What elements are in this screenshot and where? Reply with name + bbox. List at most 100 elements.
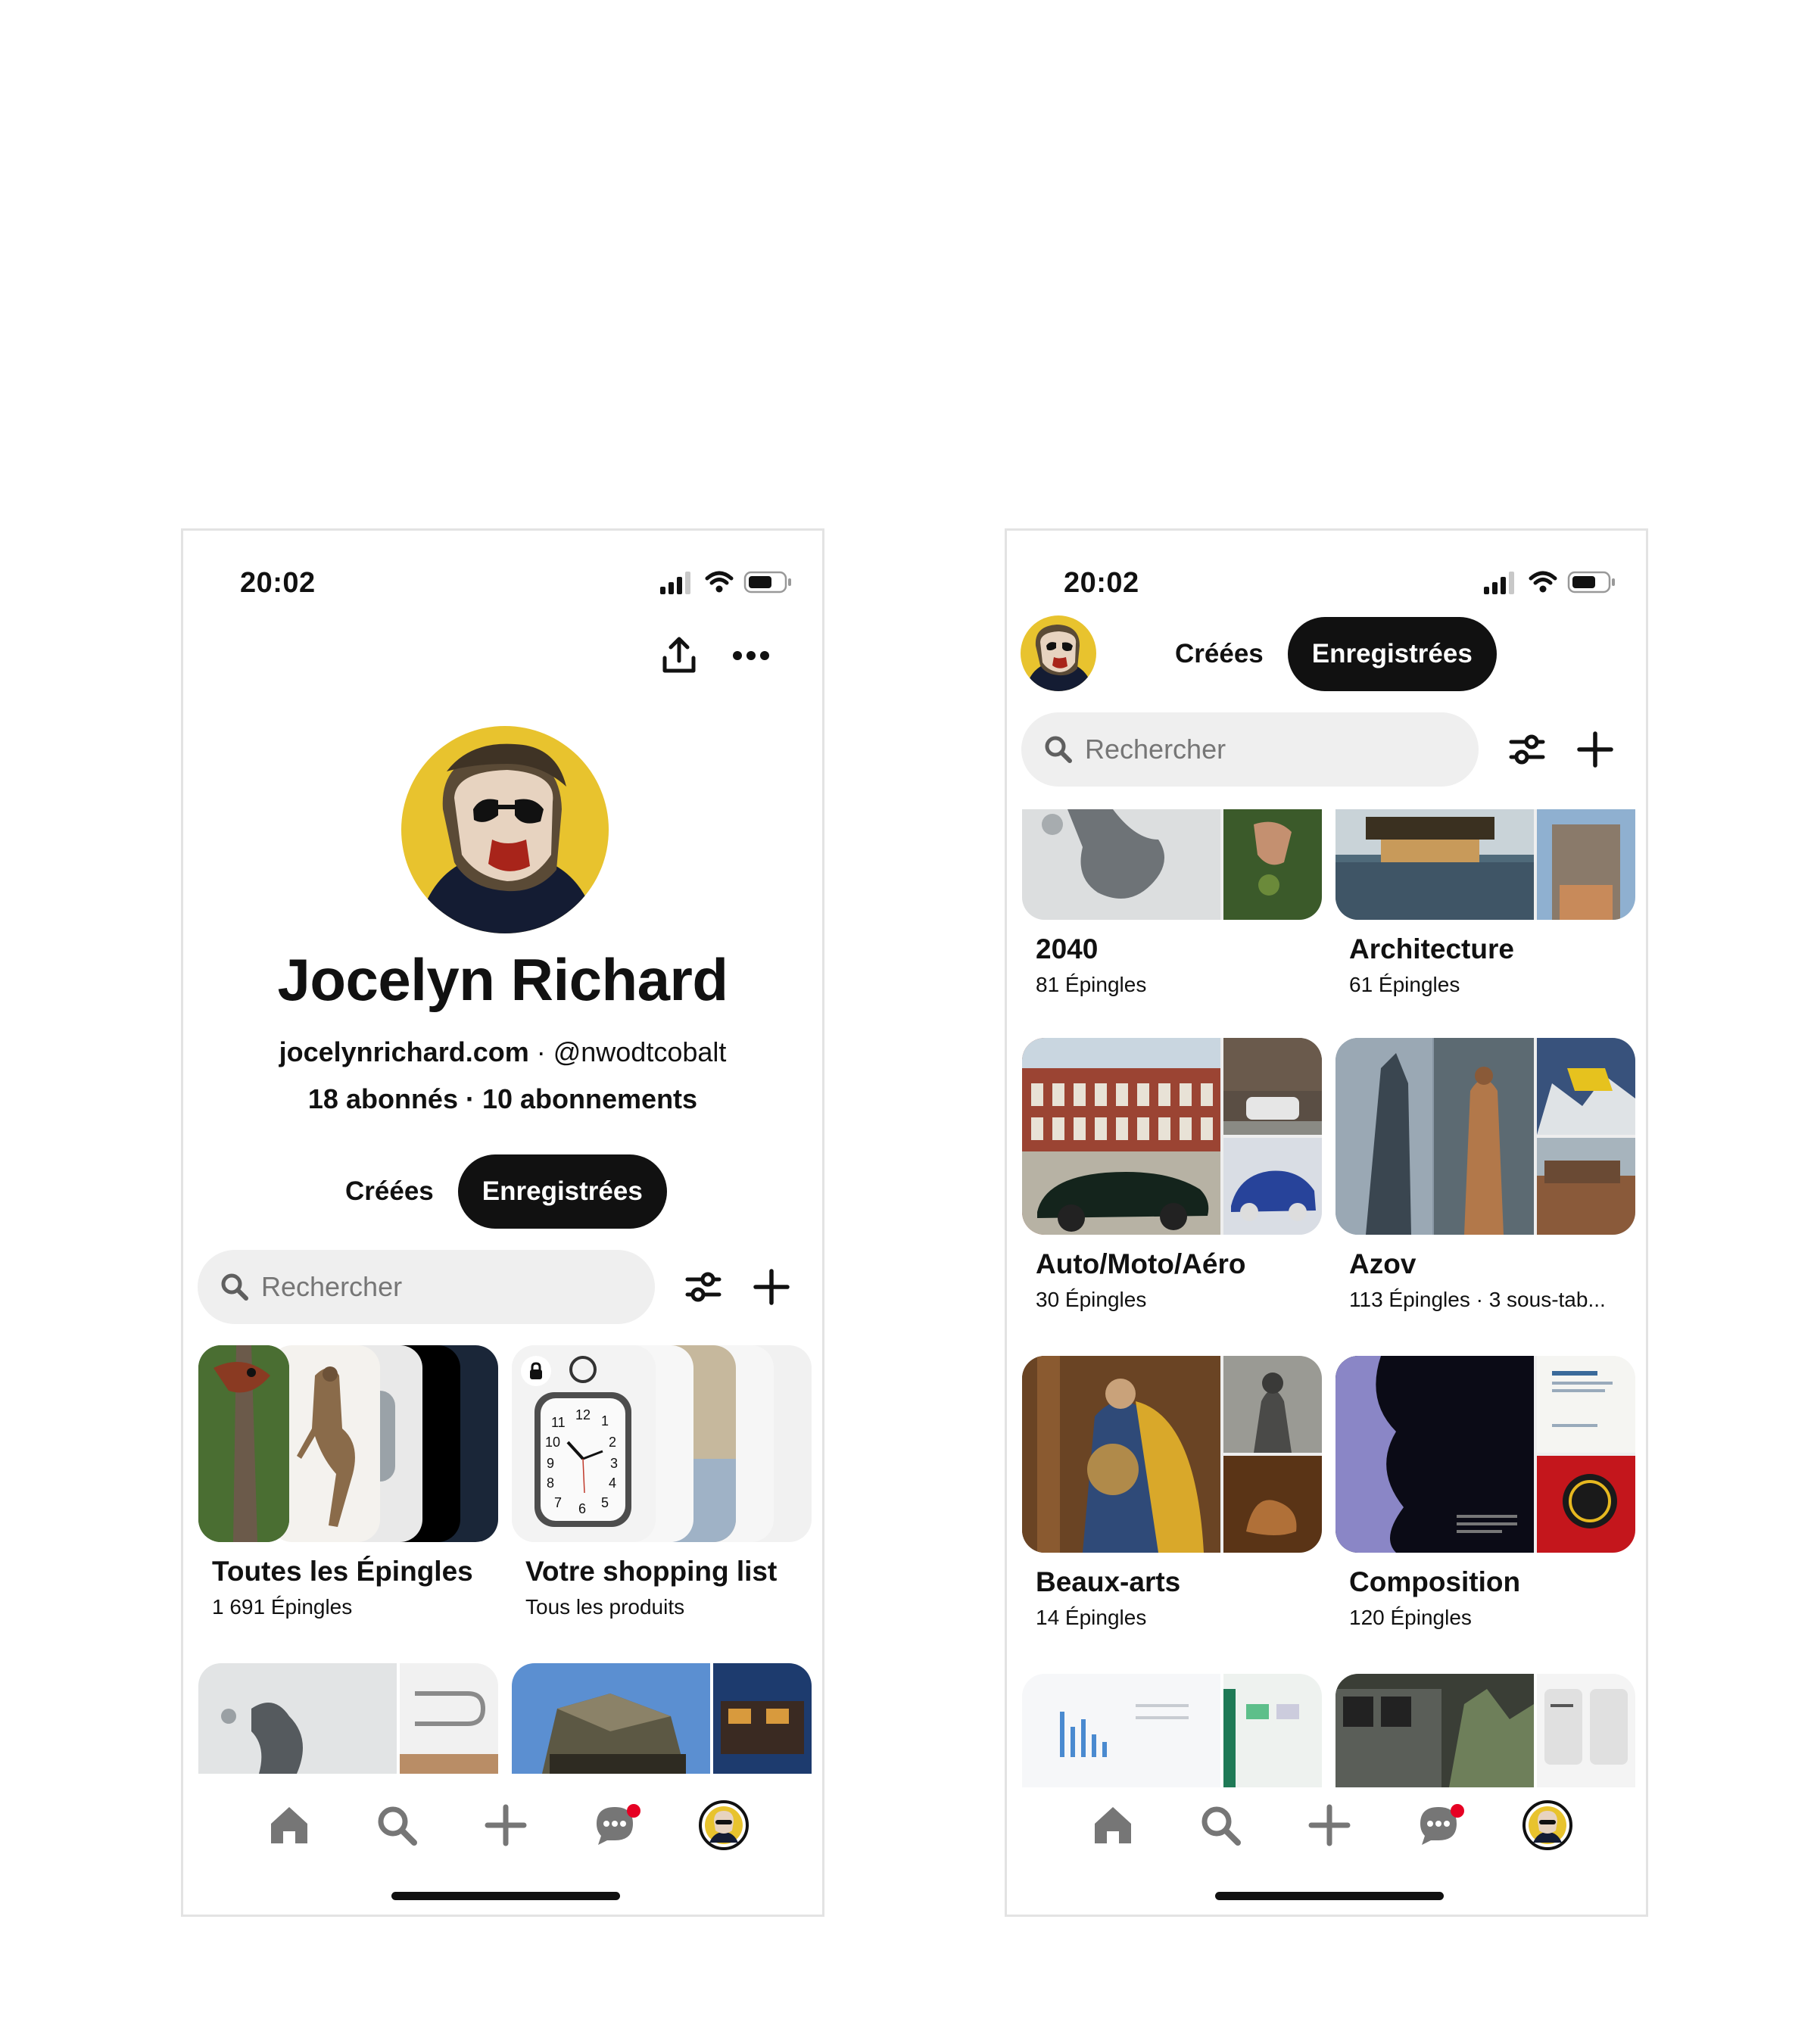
board-collage bbox=[1022, 1038, 1322, 1235]
bottom-navigation bbox=[183, 1787, 822, 1871]
board-preview-partial[interactable] bbox=[1022, 1674, 1322, 1787]
lock-icon bbox=[530, 1362, 542, 1379]
board-count: 61 Épingles bbox=[1349, 973, 1460, 996]
board-stack bbox=[198, 1345, 498, 1542]
board-title: Auto/Moto/Aéro bbox=[1036, 1248, 1246, 1279]
sliders-icon bbox=[1509, 734, 1545, 765]
home-indicator[interactable] bbox=[391, 1892, 620, 1900]
profile-avatar-icon bbox=[699, 1800, 749, 1850]
profile-avatar[interactable] bbox=[1021, 615, 1096, 691]
board-collage bbox=[1022, 1356, 1322, 1553]
add-icon bbox=[485, 1804, 527, 1846]
board-all-pins[interactable]: Toutes les Épingles 1 691 Épingles bbox=[198, 1345, 498, 1619]
board-count: 1 691 Épingles bbox=[212, 1595, 353, 1619]
clock-number: 6 bbox=[578, 1501, 587, 1516]
nav-messages[interactable] bbox=[1408, 1795, 1469, 1855]
clock-number: 11 bbox=[551, 1415, 566, 1430]
board-architecture[interactable]: Architecture 61 Épingles bbox=[1335, 809, 1635, 997]
profile-name: Jocelyn Richard bbox=[277, 946, 728, 1013]
filter-button[interactable] bbox=[677, 1260, 730, 1313]
create-board-button[interactable] bbox=[1569, 723, 1622, 776]
following-count[interactable]: 10 abonnements bbox=[482, 1083, 697, 1114]
search-bar[interactable] bbox=[1021, 712, 1479, 787]
board-azov[interactable]: Azov 113 Épingles · 3 sous-tab... bbox=[1335, 1038, 1635, 1312]
nav-home[interactable] bbox=[1083, 1795, 1143, 1855]
search-icon bbox=[1201, 1806, 1241, 1846]
follow-counts: 18 abonnés · 10 abonnements bbox=[183, 1083, 822, 1115]
board-title: Azov bbox=[1349, 1248, 1417, 1279]
board-collage bbox=[1335, 1356, 1635, 1553]
clock-number: 3 bbox=[610, 1456, 619, 1471]
nav-messages[interactable] bbox=[584, 1795, 645, 1855]
board-preview-partial[interactable] bbox=[512, 1663, 812, 1774]
nav-home[interactable] bbox=[259, 1795, 319, 1855]
nav-profile[interactable] bbox=[1517, 1795, 1578, 1855]
search-input[interactable] bbox=[1085, 734, 1388, 765]
tab-created[interactable]: Créées bbox=[1151, 617, 1288, 691]
profile-avatar[interactable] bbox=[401, 726, 609, 933]
board-preview-partial[interactable] bbox=[1335, 1674, 1635, 1787]
tab-saved[interactable]: Enregistrées bbox=[457, 1154, 667, 1229]
notification-dot bbox=[627, 1804, 640, 1818]
links-separator: · bbox=[528, 1036, 553, 1067]
nav-search[interactable] bbox=[1190, 1795, 1251, 1855]
pin-preview: 12 1 2 3 4 5 6 7 8 9 10 11 bbox=[512, 1345, 656, 1542]
clock-number: 1 bbox=[601, 1413, 609, 1429]
home-icon bbox=[271, 1807, 307, 1843]
board-title: Votre shopping list bbox=[525, 1556, 778, 1587]
filter-button[interactable] bbox=[1501, 723, 1554, 776]
pin-preview bbox=[198, 1345, 289, 1542]
nav-create[interactable] bbox=[475, 1795, 536, 1855]
board-shopping-list[interactable]: 12 1 2 3 4 5 6 7 8 9 10 11 Votre shoppin… bbox=[512, 1345, 812, 1619]
counts-separator: · bbox=[457, 1083, 482, 1114]
clock-number: 2 bbox=[609, 1435, 617, 1450]
search-icon bbox=[378, 1806, 417, 1846]
saved-boards-screen: 20:02 Créées Enregistrées Rechercher 204… bbox=[1005, 528, 1648, 1917]
board-auto-moto-aero[interactable]: Auto/Moto/Aéro 30 Épingles bbox=[1022, 1038, 1322, 1312]
profile-tabs: Créées Enregistrées bbox=[1151, 617, 1497, 691]
search-bar[interactable] bbox=[198, 1250, 655, 1324]
board-title: Composition bbox=[1349, 1566, 1521, 1597]
board-stack: 12 1 2 3 4 5 6 7 8 9 10 11 bbox=[512, 1345, 812, 1542]
create-board-button[interactable] bbox=[745, 1260, 798, 1313]
board-count: Tous les produits bbox=[525, 1595, 685, 1619]
board-collage bbox=[1335, 809, 1635, 920]
board-count: 14 Épingles bbox=[1036, 1606, 1147, 1629]
board-title: Architecture bbox=[1349, 933, 1514, 964]
board-beaux-arts[interactable]: Beaux-arts 14 Épingles bbox=[1022, 1356, 1322, 1630]
share-icon bbox=[662, 637, 696, 673]
followers-count[interactable]: 18 abonnés bbox=[308, 1083, 458, 1114]
tab-saved[interactable]: Enregistrées bbox=[1287, 617, 1497, 691]
profile-handle: @nwodtcobalt bbox=[553, 1036, 727, 1067]
board-count: 120 Épingles bbox=[1349, 1606, 1472, 1629]
profile-screen: 20:02 Jocelyn Richard jocelynrichard.com… bbox=[181, 528, 824, 1917]
clock-number: 8 bbox=[547, 1475, 555, 1491]
board-collage bbox=[1022, 809, 1322, 920]
board-2040[interactable]: 2040 81 Épingles bbox=[1022, 809, 1322, 997]
board-count: 30 Épingles bbox=[1036, 1288, 1147, 1311]
status-icons bbox=[660, 571, 791, 594]
bottom-navigation bbox=[1007, 1787, 1646, 1871]
nav-search[interactable] bbox=[366, 1795, 427, 1855]
status-time: 20:02 bbox=[1064, 567, 1139, 599]
more-options-button[interactable] bbox=[725, 629, 778, 682]
home-icon bbox=[1095, 1807, 1131, 1843]
search-icon bbox=[221, 1273, 248, 1301]
home-indicator[interactable] bbox=[1215, 1892, 1444, 1900]
nav-create[interactable] bbox=[1299, 1795, 1360, 1855]
board-composition[interactable]: Composition 120 Épingles bbox=[1335, 1356, 1635, 1630]
sliders-icon bbox=[685, 1272, 722, 1302]
plus-icon bbox=[753, 1269, 790, 1305]
more-icon bbox=[733, 651, 769, 660]
nav-profile[interactable] bbox=[693, 1795, 754, 1855]
share-button[interactable] bbox=[653, 629, 706, 682]
board-collage bbox=[1335, 1038, 1635, 1235]
board-preview-partial[interactable] bbox=[198, 1663, 498, 1774]
tab-created[interactable]: Créées bbox=[321, 1154, 458, 1229]
profile-tabs: Créées Enregistrées bbox=[321, 1154, 667, 1229]
website-link[interactable]: jocelynrichard.com bbox=[279, 1036, 529, 1067]
clock-number: 7 bbox=[554, 1495, 563, 1510]
clock-number: 9 bbox=[547, 1456, 555, 1471]
search-input[interactable] bbox=[261, 1271, 564, 1303]
status-icons bbox=[1484, 571, 1615, 594]
